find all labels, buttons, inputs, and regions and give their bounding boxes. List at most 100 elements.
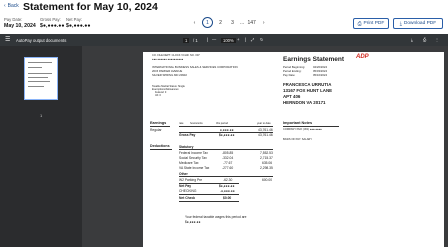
deductions-heading: Deductions — [150, 144, 170, 148]
rotate-icon[interactable]: ↻ — [260, 37, 264, 42]
employee-address-3: HERNDON VA 20171 — [283, 100, 326, 105]
doc-name: AutoPay output documents — [16, 38, 67, 43]
gross-pay-ytd: 43,761.46 — [258, 133, 273, 137]
gross-pay-label: Gross Pay — [179, 133, 196, 137]
net-check-label: Net Check — [179, 196, 196, 200]
taxable-wages-note: Your federal taxable wages this period a… — [185, 215, 247, 219]
pager-page-2[interactable]: 2 — [216, 18, 225, 27]
pay-date-value: May 10, 2024 — [4, 23, 36, 29]
printer-icon: ⎙ — [357, 21, 362, 27]
employee-address-2: APT 406 — [283, 94, 301, 99]
pay-date-label: Pay Date: — [4, 17, 23, 22]
important-notes-heading: Important Notes — [283, 121, 313, 125]
back-link[interactable]: ‹ Back — [4, 3, 19, 9]
print-pdf-button[interactable]: ⎙ Print PDF — [353, 18, 389, 29]
chevron-left-icon[interactable]: ‹ — [190, 18, 199, 27]
net-check-this: $0.00 — [223, 196, 232, 200]
net-pay-label: Net Pay — [179, 184, 192, 188]
statement-title: Earnings Statement — [283, 56, 345, 63]
col-this-period: this period — [216, 122, 228, 125]
divider — [179, 176, 273, 177]
gross-pay-this: $●,●●●.●● — [219, 133, 235, 137]
regular-label: Regular — [150, 128, 162, 132]
chevron-right-icon[interactable]: › — [259, 18, 268, 27]
gross-pay-meta: Gross Pay: $●,●●●.●● — [40, 17, 65, 29]
col-year-to-date: year to date — [257, 122, 271, 125]
download-icon: ⤓ — [399, 21, 402, 27]
taxable-wages-amount: $●,●●●.●● — [185, 220, 201, 224]
download-pdf-label: Download PDF — [403, 21, 437, 26]
checking-this: -●,●●●.●● — [220, 189, 235, 193]
pdf-toolbar: ☰ AutoPay output documents 1 / 1 | — 100… — [0, 34, 448, 46]
net-pay-this: $●,●●●.●● — [219, 184, 235, 188]
zoom-input[interactable]: 100% — [221, 38, 236, 43]
divider — [150, 126, 170, 127]
page-title: Statement for May 10, 2024 — [23, 1, 158, 13]
parking-this: -62.30 — [223, 178, 233, 182]
page-number-input[interactable]: 1 — [183, 38, 190, 43]
va-tax-this: -277.60 — [222, 166, 234, 170]
pager-ellipsis: ... — [240, 19, 245, 26]
statement-pager: ‹ 1 2 3 ... 147 › — [190, 17, 268, 28]
download-icon[interactable]: ⤓ — [411, 37, 413, 42]
divider — [150, 149, 172, 150]
employee-address-1: 13167 FOX HUNT LANE — [283, 88, 333, 93]
zoom-out-icon[interactable]: — — [212, 37, 216, 42]
net-pay-meta: Net Pay: $●,●●●.●● — [66, 17, 91, 29]
print-pdf-label: Print PDF — [363, 21, 385, 26]
gross-pay-value: $●,●●●.●● — [40, 23, 65, 29]
gross-pay-label: Gross Pay: — [40, 17, 61, 22]
zoom-in-icon[interactable]: + — [237, 37, 239, 42]
divider — [179, 201, 239, 202]
download-pdf-button[interactable]: ⤓ Download PDF — [393, 18, 443, 29]
medicare-tax-label: Medicare Tax — [179, 161, 199, 165]
menu-icon[interactable]: ☰ — [5, 36, 10, 43]
page-thumbnail[interactable] — [24, 57, 58, 100]
divider: | — [245, 37, 247, 42]
more-options-icon[interactable]: ⋮ — [435, 37, 439, 42]
medicare-tax-this: -77.67 — [223, 161, 233, 165]
page-total: / 1 — [193, 38, 198, 43]
pager-page-3[interactable]: 3 — [228, 18, 237, 27]
federal-tax-this: -805.85 — [222, 151, 234, 155]
pdf-viewer: ☰ AutoPay output documents 1 / 1 | — 100… — [0, 34, 448, 247]
print-icon[interactable]: ⎙ — [423, 37, 426, 42]
col-hours: hours/units — [190, 122, 203, 125]
thumbnail-page-number: 1 — [40, 113, 43, 118]
important-notes-line-2: BASIS OF PAY: SALARY — [283, 138, 312, 141]
back-label: Back — [7, 3, 19, 9]
chevron-left-icon: ‹ — [4, 3, 6, 9]
divider: | — [207, 37, 209, 42]
employee-name: FRANCESCA URRUTIA — [283, 82, 332, 87]
medicare-tax-ytd: 635.06 — [262, 161, 273, 165]
parking-label: W2 Parking Pre — [179, 178, 203, 182]
net-pay-value: $●,●●●.●● — [66, 23, 91, 29]
va-tax-label: VA State Income Tax — [179, 166, 210, 170]
earnings-heading: Earnings — [150, 121, 167, 125]
checking-label: CHECKING — [179, 189, 197, 193]
divider — [179, 194, 239, 195]
pdf-page: CO. FILE DEPT. CLOCK VCHR. NO. 007 ●●● ●… — [143, 52, 444, 247]
divider — [283, 126, 339, 127]
ss-tax-ytd: 2,715.37 — [260, 156, 273, 160]
important-notes-line-1: COMPANY PH#: (301) ●●●-●●●● — [283, 128, 322, 131]
company-address-2: SILVER SPRING MD 20902 — [152, 73, 187, 77]
divider — [179, 149, 273, 150]
federal-tax-label: Federal Income Tax — [179, 151, 208, 155]
pay-date-label: Pay Date: — [283, 73, 296, 77]
divider — [179, 126, 273, 127]
pay-date-meta: Pay Date: May 10, 2024 — [4, 17, 36, 29]
col-rate: rate — [179, 122, 184, 125]
pager-page-last[interactable]: 147 — [247, 18, 256, 27]
adp-logo: ADP — [356, 54, 369, 60]
parking-ytd: 600.00 — [262, 178, 273, 182]
ss-tax-label: Social Security Tax — [179, 156, 207, 160]
federal-tax-ytd: 7,552.53 — [260, 151, 273, 155]
fit-page-icon[interactable]: ⤢ — [251, 37, 254, 42]
company-code-values: ●●● ●●●●●● ●●●●●●●●●● — [152, 58, 184, 61]
va-tax-ytd: 2,298.35 — [260, 166, 273, 170]
pager-page-1[interactable]: 1 — [202, 17, 213, 28]
thumbnail-sidebar: 1 — [0, 46, 82, 247]
va-exemptions: VA: 0 — [155, 94, 161, 97]
ss-tax-this: -332.04 — [222, 156, 234, 160]
